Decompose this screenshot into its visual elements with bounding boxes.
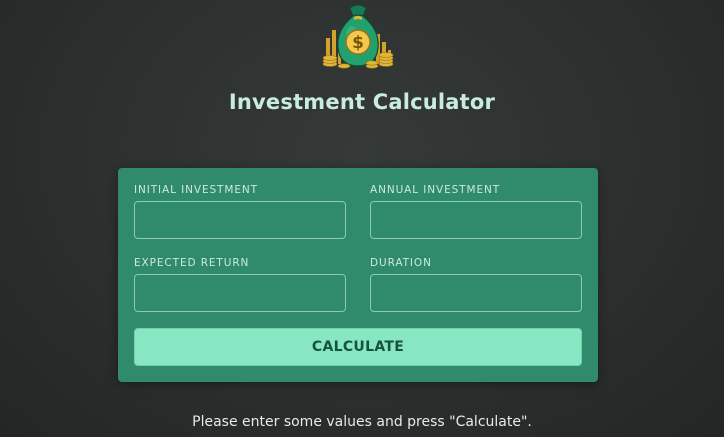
- status-message: Please enter some values and press "Calc…: [192, 414, 532, 430]
- duration-input[interactable]: [370, 274, 582, 312]
- initial-investment-label: INITIAL INVESTMENT: [134, 184, 258, 196]
- duration-group: DURATION: [370, 256, 582, 312]
- expected-return-input[interactable]: [134, 274, 346, 312]
- app-header: $ Investment Calculator: [0, 0, 724, 140]
- money-bag-dollar-icon: $: [322, 4, 394, 69]
- duration-label: DURATION: [370, 257, 432, 269]
- annual-investment-label: ANNUAL INVESTMENT: [370, 184, 501, 196]
- expected-return-label: EXPECTED RETURN: [134, 257, 250, 269]
- calculator-form: INITIAL INVESTMENT ANNUAL INVESTMENT EXP…: [118, 168, 598, 382]
- annual-investment-input[interactable]: [370, 201, 582, 239]
- annual-investment-group: ANNUAL INVESTMENT: [370, 183, 582, 239]
- initial-investment-group: INITIAL INVESTMENT: [134, 183, 346, 239]
- page-title: Investment Calculator: [228, 90, 496, 114]
- expected-return-group: EXPECTED RETURN: [134, 256, 346, 312]
- svg-text:$: $: [352, 33, 364, 53]
- calculate-button[interactable]: CALCULATE: [134, 328, 582, 366]
- initial-investment-input[interactable]: [134, 201, 346, 239]
